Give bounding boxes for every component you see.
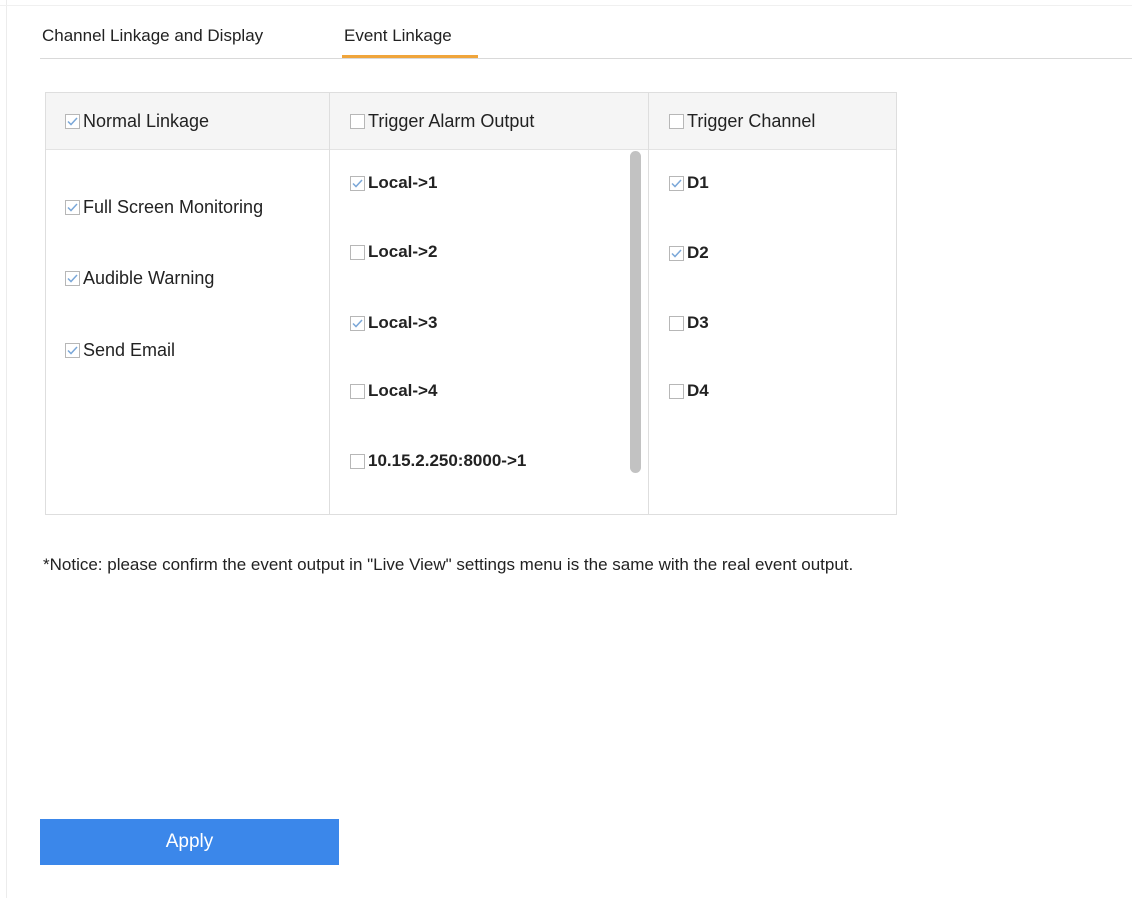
alarm-output-scrollbar[interactable] — [626, 149, 646, 514]
send-email-label: Send Email — [83, 340, 176, 360]
full-screen-monitoring-label: Full Screen Monitoring — [83, 197, 264, 217]
channel-label: D4 — [687, 381, 709, 400]
scrollbar-thumb[interactable] — [630, 151, 641, 473]
alarm-output-label: Local->3 — [368, 313, 438, 332]
send-email-checkbox[interactable]: Send Email — [65, 340, 175, 361]
checkbox-icon — [350, 453, 365, 469]
alarm-output-label: Local->2 — [368, 242, 438, 261]
trigger-alarm-output-label: Trigger Alarm Output — [368, 111, 535, 131]
audible-warning-label: Audible Warning — [83, 268, 215, 288]
alarm-output-local-2-checkbox[interactable]: Local->2 — [350, 242, 437, 262]
checkbox-icon — [65, 114, 80, 129]
tab-channel-linkage-and-display[interactable]: Channel Linkage and Display — [42, 26, 263, 46]
checkbox-icon — [669, 245, 684, 261]
channel-d1-checkbox[interactable]: D1 — [669, 173, 709, 193]
trigger-alarm-output-checkbox[interactable]: Trigger Alarm Output — [350, 111, 534, 132]
active-tab-indicator — [342, 55, 478, 58]
event-linkage-page: Channel Linkage and Display Event Linkag… — [0, 0, 1132, 898]
full-screen-monitoring-checkbox[interactable]: Full Screen Monitoring — [65, 197, 263, 218]
checkbox-icon — [350, 175, 365, 191]
normal-linkage-checkbox[interactable]: Normal Linkage — [65, 111, 209, 132]
checkbox-icon — [350, 244, 365, 260]
column-divider — [329, 93, 330, 514]
alarm-output-local-4-checkbox[interactable]: Local->4 — [350, 381, 437, 401]
alarm-output-local-1-checkbox[interactable]: Local->1 — [350, 173, 437, 193]
trigger-channel-checkbox[interactable]: Trigger Channel — [669, 111, 815, 132]
alarm-output-label: Local->4 — [368, 381, 438, 400]
channel-d4-checkbox[interactable]: D4 — [669, 381, 709, 401]
apply-button[interactable]: Apply — [40, 819, 339, 865]
checkbox-icon — [65, 271, 80, 286]
top-border — [0, 5, 1132, 6]
channel-d2-checkbox[interactable]: D2 — [669, 243, 709, 263]
checkbox-icon — [65, 343, 80, 358]
checkbox-icon — [350, 383, 365, 399]
left-border — [6, 0, 7, 898]
checkbox-icon — [350, 315, 365, 331]
audible-warning-checkbox[interactable]: Audible Warning — [65, 268, 214, 289]
channel-d3-checkbox[interactable]: D3 — [669, 313, 709, 333]
alarm-output-label: Local->1 — [368, 173, 438, 192]
trigger-channel-label: Trigger Channel — [687, 111, 816, 131]
notice-text: *Notice: please confirm the event output… — [43, 555, 854, 574]
tab-event-linkage[interactable]: Event Linkage — [344, 26, 452, 46]
alarm-output-ip-checkbox[interactable]: 10.15.2.250:8000->1 — [350, 451, 526, 471]
tab-bar: Channel Linkage and Display Event Linkag… — [40, 20, 1132, 59]
checkbox-icon — [65, 200, 80, 215]
alarm-output-local-3-checkbox[interactable]: Local->3 — [350, 313, 437, 333]
checkbox-icon — [350, 114, 365, 129]
normal-linkage-label: Normal Linkage — [83, 111, 210, 131]
column-divider — [648, 93, 649, 514]
checkbox-icon — [669, 175, 684, 191]
channel-label: D1 — [687, 173, 709, 192]
checkbox-icon — [669, 114, 684, 129]
channel-label: D2 — [687, 243, 709, 262]
linkage-table: Normal Linkage Trigger Alarm Output Trig… — [45, 92, 897, 515]
checkbox-icon — [669, 315, 684, 331]
channel-label: D3 — [687, 313, 709, 332]
alarm-output-label: 10.15.2.250:8000->1 — [368, 451, 527, 470]
checkbox-icon — [669, 383, 684, 399]
